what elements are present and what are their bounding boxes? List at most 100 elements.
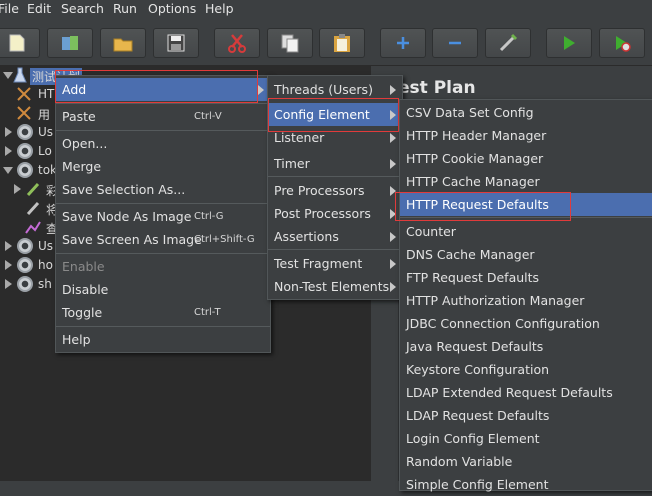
submenu-arrow-icon	[390, 133, 396, 143]
menu-item-label: Java Request Defaults	[406, 339, 544, 354]
menu-item-pre-processors[interactable]: Pre Processors	[268, 179, 402, 202]
menu-item-label: Toggle	[62, 305, 103, 320]
menu-item-timer[interactable]: Timer	[268, 152, 402, 175]
flask-icon	[13, 67, 27, 83]
menu-item-save-node-image[interactable]: Save Node As Image Ctrl-G	[56, 205, 270, 228]
menu-item-listener[interactable]: Listener	[268, 126, 402, 149]
start-no-pause-button[interactable]	[599, 28, 645, 58]
expand-all-button[interactable]	[380, 28, 426, 58]
templates-icon	[62, 36, 78, 50]
menu-item-post-processors[interactable]: Post Processors	[268, 202, 402, 225]
toggle-button[interactable]	[485, 28, 531, 58]
menu-item-disable[interactable]: Disable	[56, 278, 270, 301]
menu-item-test-fragment[interactable]: Test Fragment	[268, 252, 402, 275]
menu-item-label: Post Processors	[274, 206, 371, 221]
menu-item-label: CSV Data Set Config	[406, 105, 534, 120]
menu-item-ldap-request-defaults[interactable]: LDAP Request Defaults	[400, 404, 652, 427]
menu-item-ftp-request-defaults[interactable]: FTP Request Defaults	[400, 266, 652, 289]
menu-item-ldap-extended-request-defaults[interactable]: LDAP Extended Request Defaults	[400, 381, 652, 404]
menu-item-toggle[interactable]: Toggle Ctrl-T	[56, 301, 270, 324]
menu-item-save-selection[interactable]: Save Selection As...	[56, 178, 270, 201]
menu-item-add[interactable]: Add	[56, 78, 270, 101]
tree-item-label: sh	[38, 277, 52, 291]
new-button[interactable]	[0, 28, 40, 58]
menu-item-label: Timer	[274, 156, 310, 171]
new-icon	[9, 34, 25, 52]
menu-item-paste[interactable]: Paste Ctrl-V	[56, 105, 270, 128]
context-menu: Add Paste Ctrl-V Open... Merge Save Selec…	[55, 75, 271, 353]
shortcut-label: Ctrl-V	[194, 111, 222, 122]
menu-item-http-authorization-manager[interactable]: HTTP Authorization Manager	[400, 289, 652, 312]
menu-item-random-variable[interactable]: Random Variable	[400, 450, 652, 473]
separator	[56, 253, 270, 254]
separator	[268, 176, 402, 177]
copy-icon	[281, 34, 299, 53]
menu-item-assertions[interactable]: Assertions	[268, 225, 402, 248]
menu-item-label: Keystore Configuration	[406, 362, 550, 377]
tree-item-label: 用	[38, 108, 51, 122]
menu-item-http-cookie-manager[interactable]: HTTP Cookie Manager	[400, 147, 652, 170]
menu-item-merge[interactable]: Merge	[56, 155, 270, 178]
menu-item-dns-cache-manager[interactable]: DNS Cache Manager	[400, 243, 652, 266]
menu-edit[interactable]: Edit	[27, 1, 51, 16]
menu-item-label: HTTP Request Defaults	[406, 197, 549, 212]
menu-item-http-request-defaults[interactable]: HTTP Request Defaults	[400, 193, 652, 216]
submenu-arrow-icon	[390, 282, 396, 292]
menu-file[interactable]: File	[0, 1, 19, 16]
tree-item-label: Us	[38, 239, 54, 253]
menu-item-jdbc-connection[interactable]: JDBC Connection Configuration	[400, 312, 652, 335]
panel-title: est Plan	[398, 78, 476, 98]
expanded-arrow-icon[interactable]	[3, 72, 13, 79]
save-button[interactable]	[153, 28, 199, 58]
menu-item-java-request-defaults[interactable]: Java Request Defaults	[400, 335, 652, 358]
menu-item-help[interactable]: Help	[56, 328, 270, 351]
shortcut-label: Ctrl+Shift-G	[194, 234, 255, 245]
menu-item-label: Non-Test Elements	[274, 279, 390, 294]
paste-button[interactable]	[319, 28, 365, 58]
menu-item-label: Test Fragment	[274, 256, 363, 271]
menu-item-label: Random Variable	[406, 454, 513, 469]
collapsed-arrow-icon[interactable]	[5, 241, 12, 251]
collapsed-arrow-icon[interactable]	[5, 146, 12, 156]
menu-item-label: Save Selection As...	[62, 182, 186, 197]
submenu-arrow-icon	[390, 209, 396, 219]
collapsed-arrow-icon[interactable]	[5, 279, 12, 289]
open-button[interactable]	[100, 28, 146, 58]
menu-item-keystore-configuration[interactable]: Keystore Configuration	[400, 358, 652, 381]
open-icon	[113, 38, 133, 52]
menu-item-non-test-elements[interactable]: Non-Test Elements	[268, 275, 402, 298]
menu-item-label: HTTP Authorization Manager	[406, 293, 585, 308]
expanded-arrow-icon[interactable]	[3, 167, 13, 174]
tree-item-label: ho	[38, 258, 53, 272]
templates-button[interactable]	[47, 28, 93, 58]
separator	[56, 103, 270, 104]
menu-item-counter[interactable]: Counter	[400, 220, 652, 243]
start-button[interactable]	[546, 28, 592, 58]
menu-run[interactable]: Run	[113, 1, 137, 16]
menu-item-label: Simple Config Element	[406, 477, 549, 492]
menu-item-label: Assertions	[274, 229, 339, 244]
menu-item-config-element[interactable]: Config Element	[268, 103, 402, 126]
menu-item-label: Pre Processors	[274, 183, 365, 198]
copy-button[interactable]	[267, 28, 313, 58]
collapsed-arrow-icon[interactable]	[5, 127, 12, 137]
menu-item-open[interactable]: Open...	[56, 132, 270, 155]
menu-item-csv-data-set[interactable]: CSV Data Set Config	[400, 101, 652, 124]
menu-item-simple-config-element[interactable]: Simple Config Element	[400, 473, 652, 496]
collapsed-arrow-icon[interactable]	[14, 184, 21, 194]
menu-options[interactable]: Options	[148, 1, 196, 16]
menu-item-http-header-manager[interactable]: HTTP Header Manager	[400, 124, 652, 147]
menu-search[interactable]: Search	[61, 1, 104, 16]
menu-item-threads[interactable]: Threads (Users)	[268, 78, 402, 101]
config-element-submenu: CSV Data Set Config HTTP Header Manager …	[399, 99, 652, 492]
menu-item-save-screen-image[interactable]: Save Screen As Image Ctrl+Shift-G	[56, 228, 270, 251]
collapse-all-button[interactable]	[432, 28, 478, 58]
play-icon	[564, 36, 575, 50]
menu-item-http-cache-manager[interactable]: HTTP Cache Manager	[400, 170, 652, 193]
collapsed-arrow-icon[interactable]	[5, 260, 12, 270]
menu-item-label: Open...	[62, 136, 108, 151]
menu-item-login-config-element[interactable]: Login Config Element	[400, 427, 652, 450]
menu-item-label: JDBC Connection Configuration	[406, 316, 600, 331]
menu-help[interactable]: Help	[205, 1, 234, 16]
cut-button[interactable]	[214, 28, 260, 58]
